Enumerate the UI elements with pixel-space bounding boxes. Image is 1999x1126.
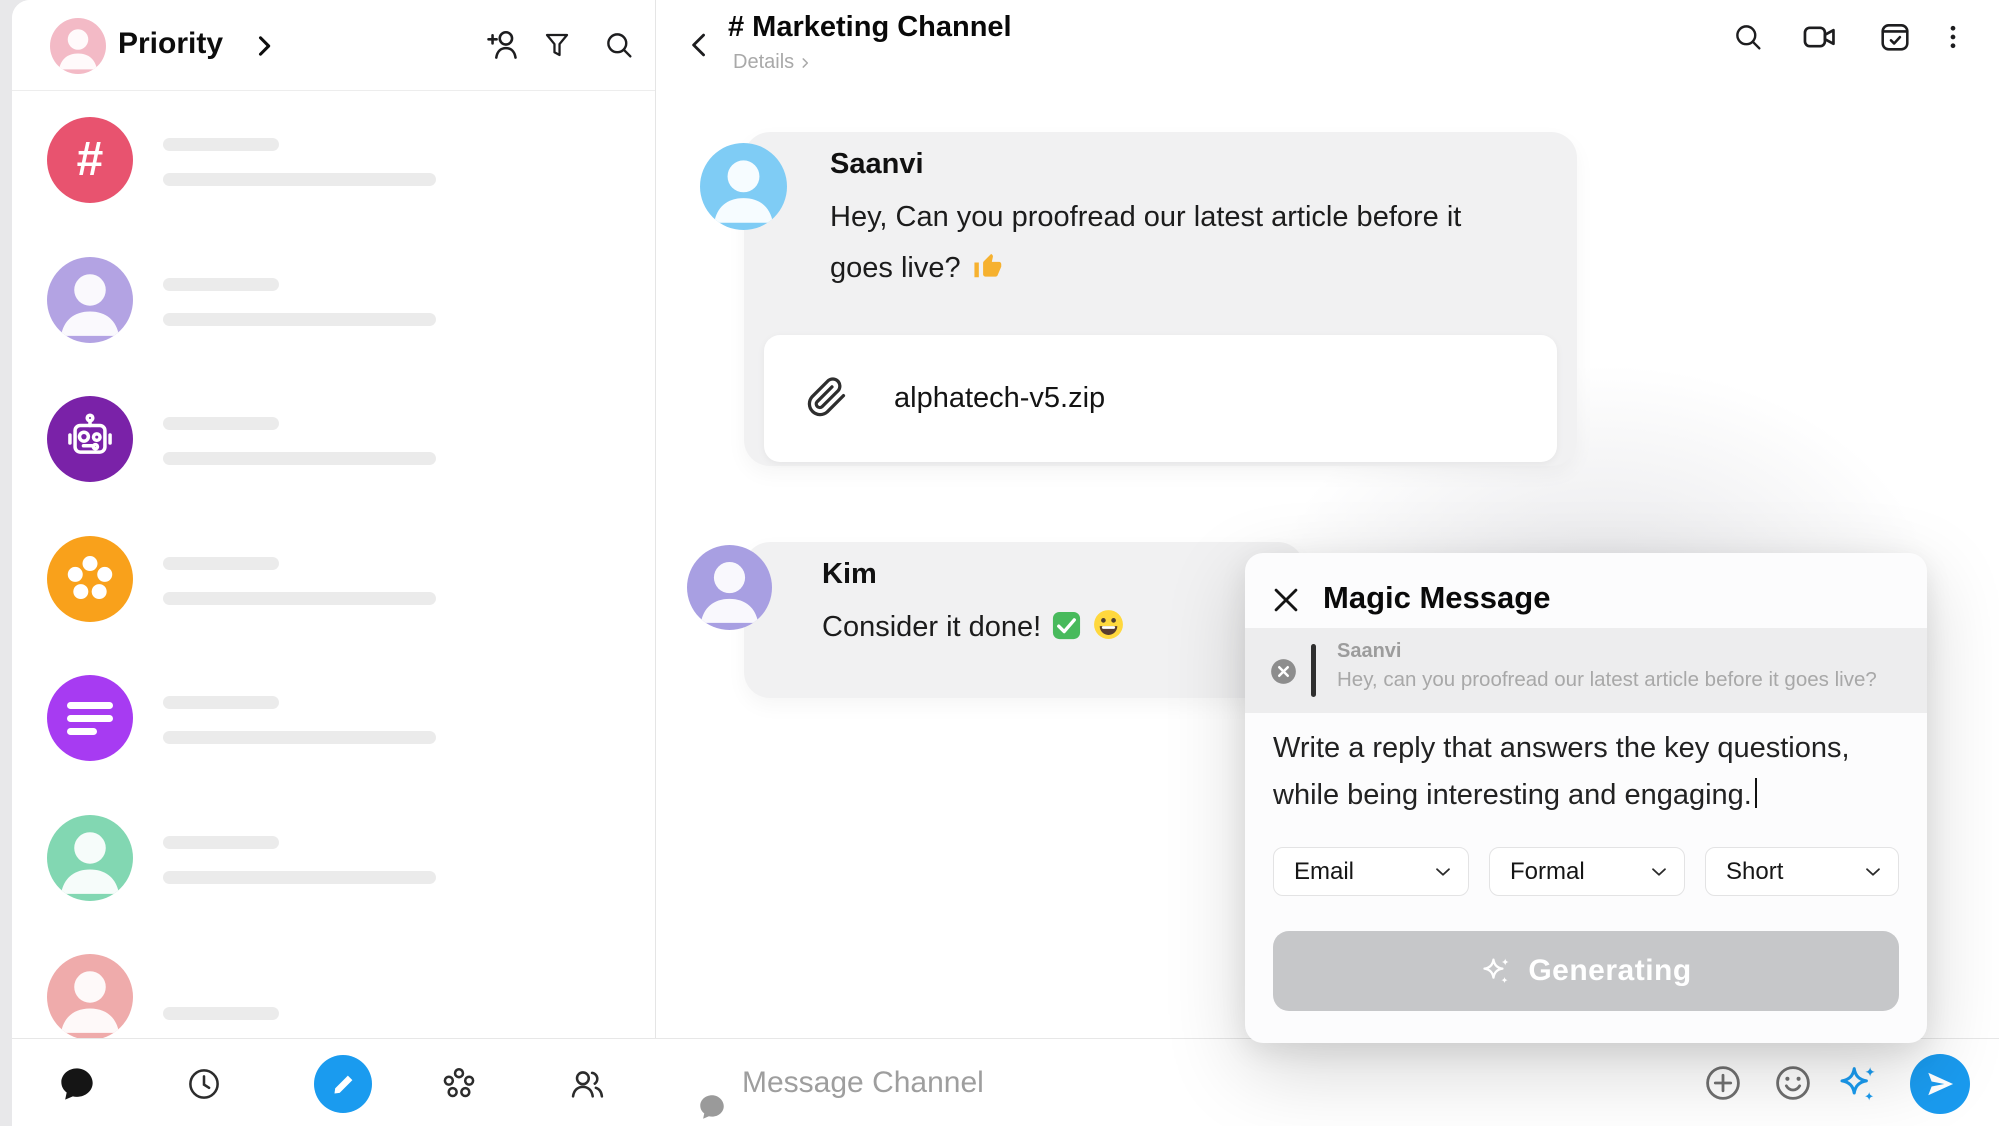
list-lines-icon [47, 675, 133, 761]
message-text: Hey, Can you proofread our latest articl… [830, 192, 1470, 299]
workspace-title[interactable]: Priority [118, 27, 223, 61]
text-caret [1755, 778, 1758, 808]
thumbs-up-emoji [971, 248, 1004, 299]
placeholder-bar [163, 173, 436, 186]
emoji-smiley-icon[interactable] [1772, 1062, 1814, 1104]
chats-icon[interactable] [57, 1064, 97, 1104]
remove-quote-icon[interactable] [1270, 658, 1297, 685]
history-clock-icon[interactable] [185, 1065, 223, 1103]
apps-icon[interactable] [440, 1065, 478, 1103]
placeholder-bar [163, 1007, 279, 1020]
format-dropdown[interactable]: Email [1273, 847, 1469, 896]
bottom-bar: Message Channel [12, 1038, 1999, 1126]
sidebar-header: Priority [12, 0, 655, 91]
tasks-icon[interactable] [1877, 19, 1913, 55]
quoted-message: Saanvi Hey, can you proofread our latest… [1245, 628, 1927, 713]
sidebar-divider [655, 0, 656, 1038]
message-author: Kim [822, 558, 877, 591]
person-silhouette-icon [47, 257, 133, 343]
person-avatar [47, 815, 133, 901]
placeholder-bar [163, 417, 279, 430]
grinning-face-emoji [1092, 607, 1125, 658]
plus-circle-icon[interactable] [1702, 1062, 1744, 1104]
paperclip-icon [804, 374, 850, 420]
add-user-icon[interactable] [484, 27, 520, 63]
generating-button[interactable]: Generating [1273, 931, 1899, 1011]
send-plane-icon [1924, 1068, 1956, 1100]
placeholder-bar [163, 138, 279, 151]
message-bubble: Kim Consider it done! [744, 542, 1304, 698]
prompt-input[interactable]: Write a reply that answers the key quest… [1273, 725, 1879, 819]
chevron-right-icon [798, 56, 812, 70]
filter-icon[interactable] [541, 29, 573, 61]
placeholder-bar [163, 313, 436, 326]
placeholder-bar [163, 871, 436, 884]
message-author: Saanvi [830, 148, 924, 181]
chevron-down-icon [1862, 861, 1884, 883]
chevron-down-icon [1648, 861, 1670, 883]
workspace-avatar[interactable] [50, 18, 106, 74]
message-bubble: Saanvi Hey, Can you proofread our latest… [744, 132, 1577, 466]
check-mark-emoji [1051, 607, 1082, 658]
compose-button[interactable] [314, 1055, 372, 1113]
person-avatar [47, 954, 133, 1040]
tone-dropdown[interactable]: Formal [1489, 847, 1685, 896]
placeholder-bar [163, 592, 436, 605]
panel-title: Magic Message [1323, 580, 1550, 616]
placeholder-bar [163, 731, 436, 744]
pencil-icon [330, 1071, 357, 1098]
placeholder-bar [163, 696, 279, 709]
avatar[interactable] [687, 545, 772, 630]
send-button[interactable] [1910, 1054, 1970, 1114]
placeholder-bar [163, 452, 436, 465]
placeholder-bar [163, 278, 279, 291]
person-silhouette-icon [47, 815, 133, 901]
contacts-icon[interactable] [568, 1065, 606, 1103]
magic-message-panel: Magic Message Saanvi Hey, can you proofr… [1245, 553, 1927, 1043]
person-silhouette-icon [700, 143, 787, 230]
robot-icon [62, 411, 118, 467]
flower-dots-icon [47, 536, 133, 622]
flower-dots-icon [61, 550, 119, 608]
close-icon[interactable] [1269, 583, 1303, 617]
quote-text: Hey, can you proofread our latest articl… [1337, 668, 1877, 692]
message-input[interactable]: Message Channel [742, 1066, 984, 1100]
length-dropdown[interactable]: Short [1705, 847, 1899, 896]
hash-icon: # [47, 117, 133, 203]
kebab-menu-icon[interactable] [1938, 22, 1968, 52]
search-icon[interactable] [1731, 20, 1765, 54]
back-icon[interactable] [683, 28, 717, 62]
generating-label: Generating [1528, 954, 1691, 988]
search-icon[interactable] [602, 28, 636, 62]
quote-bar [1311, 644, 1316, 697]
channel-title: # Marketing Channel [728, 11, 1012, 44]
attachment-card[interactable]: alphatech-v5.zip [764, 335, 1557, 462]
person-silhouette-icon [47, 954, 133, 1040]
video-call-icon[interactable] [1801, 18, 1839, 56]
quote-author: Saanvi [1337, 640, 1401, 663]
placeholder-bar [163, 557, 279, 570]
sparkle-icon [1480, 954, 1514, 988]
details-label: Details [733, 51, 794, 74]
list-lines-icon [67, 696, 113, 741]
chevron-right-icon[interactable] [250, 32, 278, 60]
message-bubble-icon [697, 1092, 727, 1122]
person-silhouette-icon [50, 18, 106, 74]
placeholder-bar [163, 836, 279, 849]
ai-sparkle-icon[interactable] [1836, 1061, 1882, 1107]
robot-icon [47, 396, 133, 482]
chevron-down-icon [1432, 861, 1454, 883]
channel-details-link[interactable]: Details [733, 51, 812, 74]
person-silhouette-icon [687, 545, 772, 630]
message-text: Consider it done! [822, 602, 1292, 658]
avatar[interactable] [700, 143, 787, 230]
attachment-filename: alphatech-v5.zip [894, 382, 1105, 415]
person-avatar [47, 257, 133, 343]
